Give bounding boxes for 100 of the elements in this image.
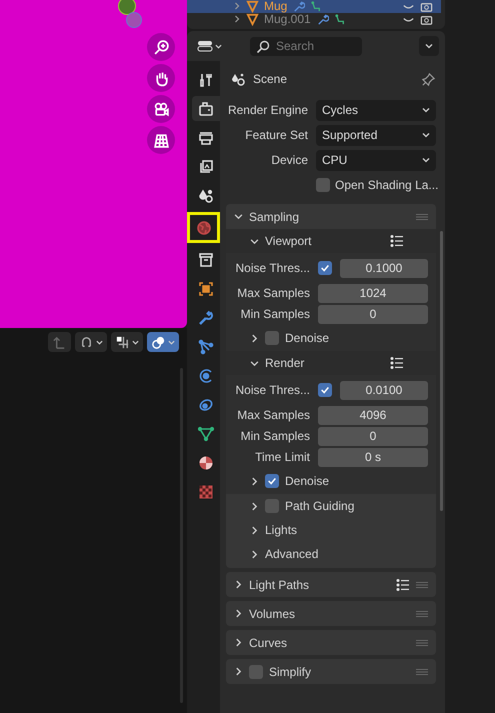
properties-tab[interactable] — [187, 212, 220, 243]
caret-icon — [96, 338, 103, 346]
navigation-button[interactable] — [147, 33, 175, 61]
caret-icon — [132, 338, 139, 346]
drops-icon — [230, 71, 246, 87]
modifier-icon — [334, 12, 347, 26]
checkbox[interactable] — [249, 664, 263, 678]
sphere-icon — [198, 454, 214, 470]
number-field[interactable]: 4096 — [318, 406, 428, 424]
properties-tab[interactable] — [192, 96, 220, 121]
orbit-icon — [198, 368, 214, 384]
caret-icon — [422, 156, 430, 164]
triangle-icon — [246, 12, 259, 26]
globe-icon — [196, 220, 212, 236]
checkmark-icon — [320, 385, 330, 395]
panel-header[interactable]: Volumes — [226, 601, 436, 626]
magnet-icon — [79, 334, 94, 350]
panel-header[interactable]: Light Paths — [226, 572, 436, 597]
printer-icon — [198, 130, 214, 146]
grip-icon[interactable] — [416, 214, 428, 220]
checkmark-icon — [267, 476, 277, 486]
outliner-row[interactable]: Mug.001 — [187, 12, 441, 26]
pin-icon[interactable] — [421, 72, 436, 86]
navigation-button[interactable] — [147, 64, 175, 92]
number-field[interactable]: 0 — [318, 426, 428, 446]
navigation-button[interactable] — [147, 126, 175, 154]
number-field[interactable]: 0 — [318, 304, 428, 324]
snap-grid-icon — [115, 334, 130, 350]
search-icon — [256, 40, 270, 54]
list-icon[interactable] — [390, 356, 404, 370]
toolbar-button[interactable] — [147, 332, 179, 352]
list-icon[interactable] — [390, 234, 404, 248]
dropdown[interactable]: CPU — [316, 150, 436, 170]
toolbar-button[interactable] — [75, 332, 107, 352]
caret-icon — [422, 106, 430, 114]
number-field[interactable]: 0 s — [318, 448, 428, 466]
subpanel-header[interactable]: Path Guiding — [226, 494, 436, 518]
wrench-icon — [316, 12, 329, 26]
panel-header[interactable]: Curves — [226, 630, 436, 655]
subpanel-header[interactable]: Lights — [226, 518, 436, 542]
options-button[interactable] — [419, 36, 439, 56]
axis-dot[interactable] — [126, 12, 142, 28]
field-label: Feature Set — [244, 128, 308, 142]
grip-icon[interactable] — [416, 582, 428, 588]
dropdown[interactable]: Supported — [316, 124, 436, 146]
object-name: Mug.001 — [264, 12, 311, 26]
search-field[interactable]: Search — [250, 36, 362, 56]
dropdown[interactable]: Cycles — [316, 100, 436, 120]
box-icon — [198, 252, 214, 268]
field-label: Noise Thres... — [234, 261, 310, 275]
navigation-button[interactable] — [147, 95, 175, 123]
grip-icon[interactable] — [416, 668, 428, 674]
subpanel-title: Viewport — [265, 234, 312, 248]
camera-icon[interactable] — [420, 0, 433, 12]
caret-icon — [168, 338, 175, 346]
checkbox[interactable] — [318, 261, 332, 275]
panel-title: Sampling — [249, 210, 300, 224]
field-label: Min Samples — [240, 429, 310, 443]
grip-icon[interactable] — [416, 610, 428, 616]
number-field[interactable]: 0.1000 — [340, 258, 428, 278]
grip-icon[interactable] — [416, 640, 428, 646]
list-icon[interactable] — [396, 578, 410, 592]
image-stack-icon — [198, 158, 214, 174]
rings-icon — [151, 334, 166, 350]
panel-header[interactable]: Sampling — [226, 204, 436, 229]
panel-title: Volumes — [249, 606, 296, 620]
subpanel-title: Lights — [265, 523, 298, 537]
toolbar-button[interactable] — [111, 332, 143, 352]
checkbox[interactable] — [265, 331, 279, 345]
camera-icon — [152, 100, 170, 118]
axis-dot[interactable] — [118, 0, 136, 15]
number-field[interactable]: 1024 — [318, 284, 428, 302]
grid-icon — [152, 132, 170, 148]
camera-icon — [198, 100, 214, 116]
panel-header[interactable]: Simplify — [226, 659, 436, 684]
square-icon — [198, 280, 214, 296]
number-field[interactable]: 0.0100 — [340, 380, 428, 400]
scrollbar[interactable] — [440, 231, 443, 511]
checkbox[interactable] — [316, 178, 330, 192]
checkbox-label: Open Shading La... — [335, 178, 438, 192]
panel-title: Curves — [249, 636, 288, 650]
panel-title: Simplify — [269, 664, 312, 678]
subpanel-header[interactable]: Advanced — [226, 542, 436, 566]
field-label: Noise Thres... — [234, 383, 310, 397]
wrench-icon — [292, 0, 306, 12]
subpanel-title: Denoise — [285, 331, 330, 345]
checkbox[interactable] — [265, 474, 279, 488]
field-label: Max Samples — [236, 286, 310, 300]
field-label: Max Samples — [236, 408, 310, 422]
subpanel-header[interactable]: Denoise — [226, 468, 436, 494]
checkbox[interactable] — [318, 383, 332, 397]
field-label: Device — [270, 153, 308, 167]
caret-icon — [215, 42, 222, 50]
subpanel-title: Advanced — [265, 547, 320, 561]
outliner-row[interactable]: Mug — [187, 0, 441, 13]
checkbox[interactable] — [265, 499, 279, 513]
object-name: Mug — [264, 0, 288, 13]
checkmark-icon — [320, 263, 330, 273]
subpanel-header[interactable]: Denoise — [226, 325, 436, 351]
subpanel-title: Denoise — [285, 474, 330, 488]
